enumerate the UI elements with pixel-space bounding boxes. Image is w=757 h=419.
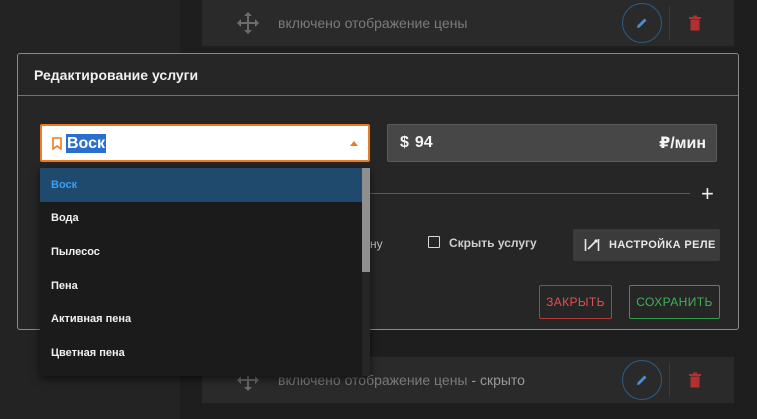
dropdown-option[interactable]: Пылесос [40, 235, 362, 269]
hide-service-checkbox[interactable] [428, 236, 440, 248]
service-row: включено отображение цены [202, 0, 734, 46]
dropdown-option[interactable]: Активная пена [40, 302, 362, 336]
service-dropdown: Воск Вода Пылесос Пена Активная пена Цве… [40, 168, 370, 376]
save-button[interactable]: СОХРАНИТЬ [629, 285, 720, 319]
dropdown-option[interactable]: Воск [40, 168, 362, 202]
price-value[interactable]: 94 [415, 134, 433, 151]
pencil-icon [637, 375, 647, 385]
edit-button[interactable] [622, 360, 662, 400]
option-label-partial: ну [370, 237, 383, 251]
row-price-display-text: включено отображение цены [278, 15, 468, 31]
add-icon[interactable]: + [701, 183, 714, 205]
hidden-status: - скрыто [467, 372, 525, 388]
row-divider [669, 6, 670, 40]
dropdown-scrollbar[interactable] [362, 168, 370, 376]
modal-title: Редактирование услуги [34, 66, 199, 83]
relay-settings-button[interactable]: НАСТРОЙКА РЕЛЕ [573, 229, 720, 261]
currency-symbol: $ [400, 134, 409, 151]
row-divider [669, 363, 670, 397]
bookmark-icon [52, 136, 62, 150]
price-unit: ₽/мин [659, 135, 706, 152]
trash-icon[interactable] [688, 15, 702, 31]
edit-button[interactable] [622, 3, 662, 43]
service-select-value: Воск [66, 133, 107, 153]
relay-settings-label: НАСТРОЙКА РЕЛЕ [609, 239, 716, 251]
caret-up-icon[interactable] [350, 141, 358, 146]
section-divider [370, 193, 690, 194]
relay-icon [584, 239, 600, 251]
pencil-icon [637, 18, 647, 28]
dropdown-option[interactable]: Цветная пена [40, 336, 362, 370]
hide-service-label[interactable]: Скрыть услугу [449, 236, 537, 250]
modal-header: Редактирование услуги [18, 54, 738, 96]
service-select[interactable]: Воск [40, 124, 370, 162]
move-arrows-icon[interactable] [236, 11, 260, 35]
price-input[interactable]: $94 ₽/мин [387, 124, 717, 162]
dropdown-option[interactable]: Пена [40, 269, 362, 303]
dropdown-scrollbar-thumb[interactable] [362, 168, 370, 272]
dropdown-option[interactable]: Вода [40, 202, 362, 236]
trash-icon[interactable] [688, 372, 702, 388]
close-button[interactable]: ЗАКРЫТЬ [539, 285, 612, 319]
